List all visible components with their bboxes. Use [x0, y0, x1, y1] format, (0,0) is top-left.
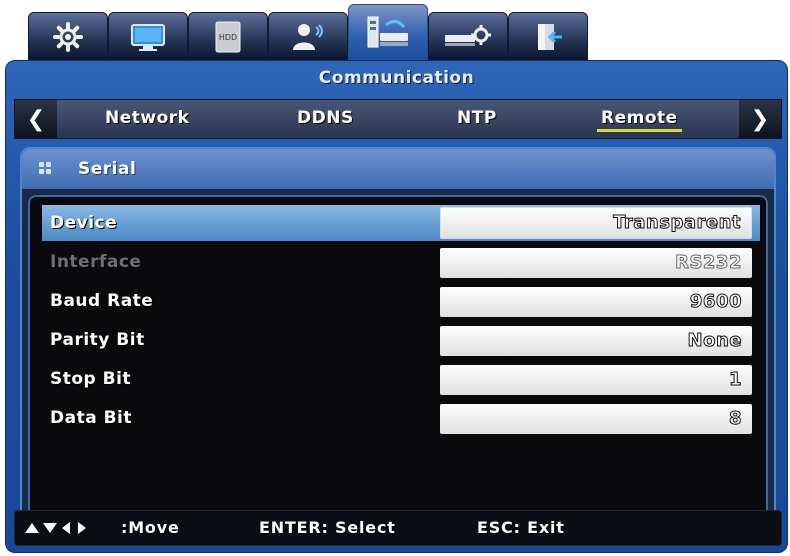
tab-storage[interactable]: HDD	[188, 12, 268, 60]
tab-label: Remote	[601, 108, 678, 128]
chevron-left-icon: ❮	[26, 106, 46, 132]
tab-exit[interactable]	[508, 12, 588, 60]
tab-remote[interactable]: Remote	[597, 100, 682, 138]
setting-row-baud-rate[interactable]: Baud Rate 9600	[42, 283, 760, 319]
exit-door-icon	[538, 23, 562, 50]
active-tab-underline	[597, 129, 682, 132]
tab-label: DDNS	[297, 108, 354, 128]
setting-label: Interface	[50, 252, 142, 272]
data-bit-select[interactable]: 8	[440, 404, 752, 434]
parity-bit-select[interactable]: None	[440, 326, 752, 356]
status-bar: :Move ENTER: Select ESC: Exit	[14, 510, 782, 546]
tab-display[interactable]	[108, 12, 188, 60]
network-icon	[367, 16, 408, 47]
user-icon	[293, 23, 323, 50]
panel-header: Serial	[22, 149, 774, 189]
grid-bullet-icon	[39, 162, 51, 174]
setting-label: Parity Bit	[50, 330, 145, 350]
setting-row-parity-bit[interactable]: Parity Bit None	[42, 322, 760, 358]
setting-label: Device	[50, 213, 118, 233]
window-title: Communication	[318, 68, 475, 88]
arrow-keys-icon	[25, 520, 117, 536]
tab-system[interactable]	[28, 12, 108, 60]
serial-panel: Serial Device Transparent Interface RS23…	[20, 147, 776, 543]
setting-row-data-bit[interactable]: Data Bit 8	[42, 400, 760, 436]
move-hint: :Move	[121, 518, 180, 537]
setting-row-interface: Interface RS232	[42, 244, 760, 280]
monitor-icon	[131, 23, 165, 51]
tab-label: Network	[105, 108, 190, 128]
tab-label: NTP	[457, 108, 497, 128]
hdd-icon: HDD	[215, 21, 241, 52]
device-settings-icon	[445, 24, 491, 46]
device-select[interactable]: Transparent	[440, 207, 752, 239]
subtab-bar: ❮ Network DDNS NTP Remote ❯	[14, 99, 782, 139]
chevron-right-icon: ❯	[750, 106, 770, 132]
prev-tab-button[interactable]: ❮	[15, 100, 57, 138]
enter-hint: ENTER: Select	[259, 518, 396, 537]
tab-ddns[interactable]: DDNS	[297, 100, 354, 138]
svg-text:HDD: HDD	[219, 33, 237, 42]
setting-label: Baud Rate	[50, 291, 154, 311]
tab-network-settings[interactable]: Network	[105, 100, 189, 138]
communication-window: Communication ❮ Network DDNS NTP Remote …	[5, 60, 788, 553]
tab-ntp[interactable]: NTP	[457, 100, 497, 138]
setting-label: Stop Bit	[50, 369, 132, 389]
next-tab-button[interactable]: ❯	[739, 100, 781, 138]
stop-bit-select[interactable]: 1	[440, 365, 752, 395]
esc-hint: ESC: Exit	[477, 518, 565, 537]
setting-row-stop-bit[interactable]: Stop Bit 1	[42, 361, 760, 397]
gear-icon	[53, 21, 83, 52]
tab-network[interactable]	[348, 4, 428, 60]
setting-label: Data Bit	[50, 408, 133, 428]
tab-user[interactable]	[268, 12, 348, 60]
interface-select: RS232	[440, 248, 752, 278]
baud-rate-select[interactable]: 9600	[440, 287, 752, 317]
settings-list: Device Transparent Interface RS232 Baud …	[28, 195, 768, 531]
panel-title: Serial	[78, 159, 137, 179]
tab-device[interactable]	[428, 12, 508, 60]
setting-row-device[interactable]: Device Transparent	[42, 205, 760, 241]
